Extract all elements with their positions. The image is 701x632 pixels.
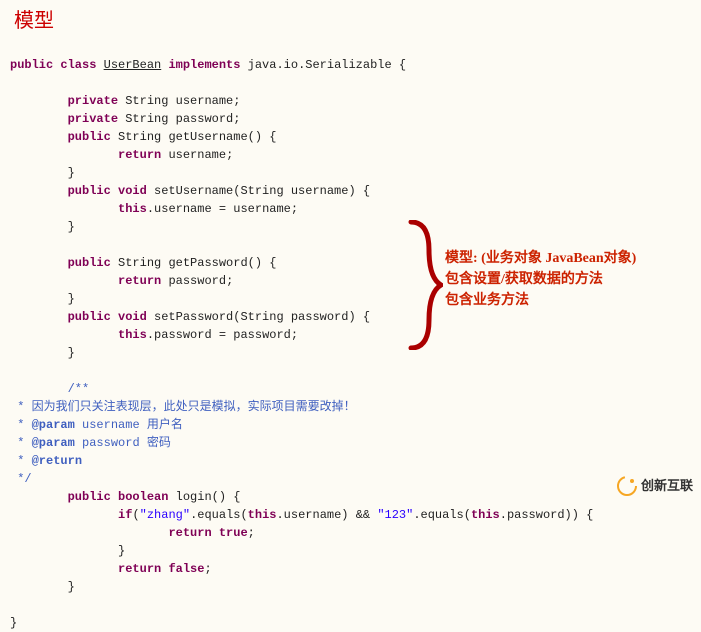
javadoc-line2b: username 用户名	[75, 418, 183, 432]
method-getusername: String getUsername() {	[118, 130, 276, 144]
section-title: 模型	[14, 6, 691, 36]
kw-public-void: public void	[68, 310, 147, 324]
assign-username: .username = username;	[147, 202, 298, 216]
javadoc-line1: * 因为我们只关注表现层，此处只是模拟，实际项目需要改掉！	[10, 400, 356, 414]
kw-private: private	[68, 112, 118, 126]
interface-name: java.io.Serializable {	[248, 58, 406, 72]
javadoc-line3a: *	[10, 436, 32, 450]
if-d: .equals(	[413, 508, 471, 522]
str-123: "123"	[377, 508, 413, 522]
logo-icon	[617, 476, 637, 496]
annot-line2: 包含设置/获取数据的方法	[445, 269, 675, 290]
kw-this: this	[471, 508, 500, 522]
class-name: UserBean	[104, 58, 162, 72]
javadoc-line2a: *	[10, 418, 32, 432]
javadoc-tag-param: @param	[32, 418, 75, 432]
close-brace: }	[10, 616, 17, 630]
return-val: password;	[168, 274, 233, 288]
method-setpassword: setPassword(String password) {	[154, 310, 370, 324]
kw-public-void: public void	[68, 184, 147, 198]
javadoc-close: */	[10, 472, 32, 486]
kw-this: this	[248, 508, 277, 522]
assign-password: .password = password;	[147, 328, 298, 342]
kw-return: return	[118, 274, 161, 288]
javadoc-line3b: password 密码	[75, 436, 171, 450]
kw-return: return	[118, 148, 161, 162]
kw-public: public	[68, 256, 111, 270]
javadoc-open: /**	[68, 382, 90, 396]
field-password: String password;	[125, 112, 240, 126]
if-e: .password)) {	[500, 508, 594, 522]
kw-if: if	[118, 508, 132, 522]
logo-text: 创新互联	[641, 476, 693, 496]
kw-public: public	[68, 130, 111, 144]
kw-return-false: return false	[118, 562, 204, 576]
kw-public-class: public class	[10, 58, 96, 72]
field-username: String username;	[125, 94, 240, 108]
kw-return-true: return true	[168, 526, 247, 540]
annotation: 模型: (业务对象 JavaBean对象) 包含设置/获取数据的方法 包含业务方…	[445, 248, 675, 311]
kw-private: private	[68, 94, 118, 108]
str-zhang: "zhang"	[140, 508, 190, 522]
if-a: (	[132, 508, 139, 522]
method-getpassword: String getPassword() {	[118, 256, 276, 270]
method-setusername: setUsername(String username) {	[154, 184, 370, 198]
annot-line3: 包含业务方法	[445, 290, 675, 311]
javadoc-tag-return: @return	[32, 454, 82, 468]
javadoc-line4a: *	[10, 454, 32, 468]
kw-implements: implements	[168, 58, 240, 72]
code-block: public class UserBean implements java.io…	[10, 38, 691, 632]
semi: ;	[204, 562, 211, 576]
kw-this: this	[118, 202, 147, 216]
brace-icon	[403, 220, 443, 350]
javadoc-tag-param: @param	[32, 436, 75, 450]
annot-line1: 模型: (业务对象 JavaBean对象)	[445, 248, 675, 269]
watermark-logo: 创新互联	[617, 476, 693, 496]
return-val: username;	[168, 148, 233, 162]
if-b: .equals(	[190, 508, 248, 522]
semi: ;	[248, 526, 255, 540]
if-c: .username) &&	[276, 508, 377, 522]
kw-this: this	[118, 328, 147, 342]
